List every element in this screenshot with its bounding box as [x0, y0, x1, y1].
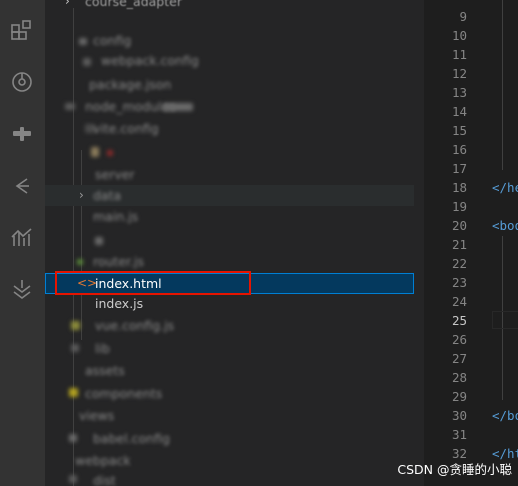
blurred-icon: [71, 321, 80, 330]
line-number: 14: [451, 104, 467, 119]
line-number: 30: [451, 408, 467, 423]
line-number: 26: [451, 332, 467, 347]
line-number: 21: [451, 237, 467, 252]
tree-row-course-adapter[interactable]: › course_adapter: [45, 0, 414, 12]
tree-row[interactable]: server: [45, 164, 414, 185]
blurred-icon: [95, 237, 103, 245]
line-number: 15: [451, 123, 467, 138]
code-token: </bo: [492, 408, 518, 423]
code-line: <bod: [492, 216, 518, 235]
code-line: </bo: [492, 406, 518, 425]
line-number: 28: [451, 370, 467, 385]
tree-row[interactable]: package.json: [45, 74, 414, 95]
line-number: 12: [451, 66, 467, 81]
tree-row[interactable]: webpack: [45, 450, 414, 471]
tree-row[interactable]: assets: [45, 360, 414, 381]
file-label: index.js: [95, 296, 144, 311]
blurred-text: [163, 103, 193, 111]
stats-icon[interactable]: [8, 224, 36, 252]
blurred-icon: [79, 38, 87, 45]
watermark: CSDN @贪睡的小聪: [397, 462, 512, 477]
blurred-icon: [69, 475, 77, 483]
tree-row[interactable]: main.js: [45, 206, 414, 227]
chevron-right-icon: ›: [65, 0, 70, 8]
blurred-icon: [69, 434, 77, 442]
tree-row[interactable]: dist: [45, 470, 414, 486]
tree-row-label: vite.config: [93, 121, 159, 136]
tree-row[interactable]: router.js: [45, 251, 414, 272]
line-number: 17: [451, 161, 467, 176]
file-tree: › course_adapter config webpack.config p…: [45, 0, 414, 486]
tree-row-label: router.js: [93, 254, 144, 269]
code-line: </he: [492, 178, 518, 197]
tree-row-label: views: [79, 408, 115, 423]
code-token: </he: [492, 180, 518, 195]
line-number: 23: [451, 275, 467, 290]
remote-explorer-icon[interactable]: [8, 68, 36, 96]
blurred-icon: [91, 147, 99, 157]
tree-row-label: assets: [85, 363, 125, 378]
code-editor[interactable]: 9 10 11 12 13 14 15 16 17 18 19 20 21 22 23 24 25 26 27 28 2…: [424, 0, 518, 486]
tree-row-label: package.json: [89, 77, 172, 92]
line-number: 29: [451, 389, 467, 404]
tree-row-label: dist: [93, 473, 116, 486]
tree-row-index-js[interactable]: index.js: [45, 293, 414, 314]
tree-row-label: components: [85, 386, 163, 401]
tree-row[interactable]: vite.config: [45, 118, 414, 139]
tree-row[interactable]: node_modules: [45, 96, 414, 117]
blurred-icon: [69, 388, 78, 397]
blurred-icon: [107, 150, 113, 156]
code-token: <bod: [492, 218, 518, 233]
folder-label: course_adapter: [85, 0, 182, 9]
line-number: 27: [451, 351, 467, 366]
line-number: 20: [451, 218, 467, 233]
tree-row[interactable]: › data: [45, 185, 414, 206]
blurred-icon: [83, 58, 91, 66]
line-number: 16: [451, 142, 467, 157]
tree-row[interactable]: babel.config: [45, 428, 414, 449]
line-number: 11: [451, 47, 467, 62]
tree-row-label: data: [93, 188, 122, 203]
tree-row[interactable]: components: [45, 383, 414, 404]
chevron-right-icon: ›: [79, 188, 84, 202]
tree-row[interactable]: config: [45, 30, 414, 51]
tree-row-label: main.js: [93, 209, 139, 224]
annotation-highlight-box: [55, 271, 251, 295]
tree-row[interactable]: views: [45, 405, 414, 426]
indent-guide: [502, 0, 503, 170]
tree-row-label: webpack.config: [101, 53, 199, 68]
tree-row[interactable]: lib: [45, 338, 414, 359]
blurred-icon: [71, 344, 79, 352]
line-number: 22: [451, 256, 467, 271]
tree-row-label: lib: [95, 341, 110, 356]
tree-row-label: webpack: [75, 453, 131, 468]
line-number: 9: [459, 9, 467, 24]
testing-icon[interactable]: [8, 120, 36, 148]
tree-row[interactable]: webpack.config: [45, 50, 414, 71]
git-graph-icon[interactable]: [8, 172, 36, 200]
tree-row[interactable]: [45, 229, 414, 250]
explorer-sidebar: › course_adapter config webpack.config p…: [45, 0, 424, 486]
line-number: 18: [451, 180, 467, 195]
line-number: 13: [451, 85, 467, 100]
tree-row[interactable]: vue.config.js: [45, 315, 414, 336]
blurred-icon: [65, 103, 75, 110]
line-number: 19: [451, 199, 467, 214]
tree-row-label: config: [93, 33, 132, 48]
blurred-icon: [77, 259, 83, 265]
tree-row-label: babel.config: [93, 431, 170, 446]
line-number: 10: [451, 28, 467, 43]
extensions-icon[interactable]: [8, 16, 36, 44]
line-number: 24: [451, 294, 467, 309]
current-line-highlight: [492, 311, 518, 329]
tree-row[interactable]: [45, 142, 414, 163]
deploy-icon[interactable]: [8, 276, 36, 304]
tree-row-label: vue.config.js: [95, 318, 175, 333]
line-number: 31: [451, 427, 467, 442]
line-number: 25: [451, 313, 467, 328]
activity-bar: [0, 0, 45, 486]
tree-row-label: server: [95, 167, 135, 182]
